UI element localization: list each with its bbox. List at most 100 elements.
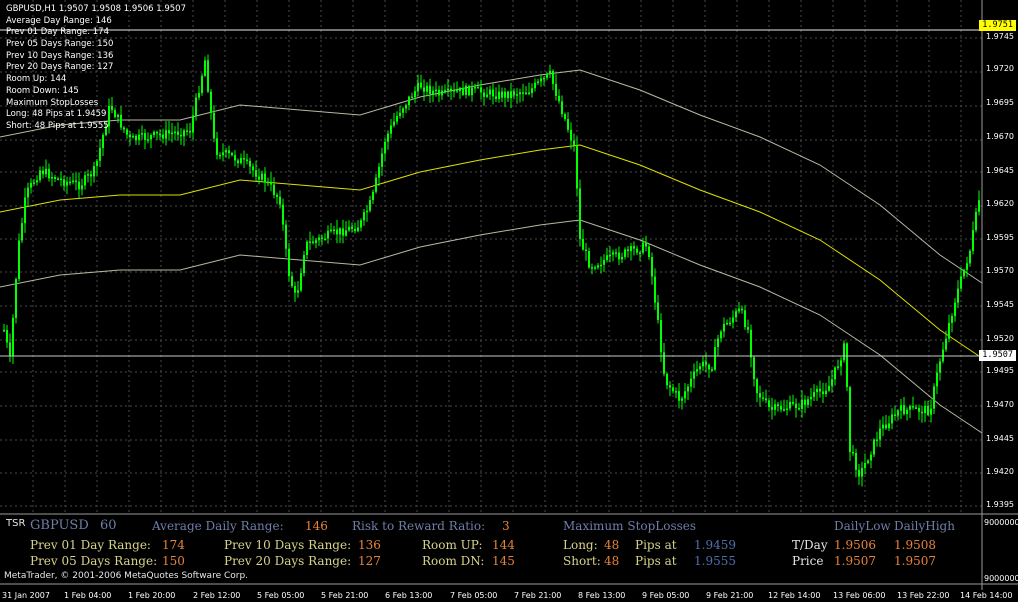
candle-body: [828, 385, 830, 391]
candle-body: [222, 152, 224, 156]
candle-body: [264, 173, 266, 183]
candle-body: [855, 452, 857, 470]
candle-body: [30, 182, 32, 188]
candle-body: [273, 184, 275, 195]
candle-body: [534, 82, 536, 89]
price-tick-label: 1.9545: [986, 300, 1014, 309]
candle-body: [525, 92, 527, 95]
candle-body: [978, 200, 980, 212]
avg-daily-range-value: 146: [305, 519, 328, 533]
candle-body: [825, 390, 827, 395]
tday-high-value: 1.9508: [894, 538, 936, 552]
candle-body: [669, 385, 671, 388]
price-tick-label: 1.9620: [986, 199, 1014, 208]
candle-body: [564, 114, 566, 120]
candle-body: [201, 75, 203, 93]
candle-body: [735, 311, 737, 318]
candle-body: [858, 469, 860, 477]
candle-body: [963, 269, 965, 277]
candle-body: [681, 398, 683, 401]
candle-body: [879, 428, 881, 440]
candle-body: [438, 89, 440, 96]
tsr-indicator-panel[interactable]: TSR GBPUSD 60 Average Daily Range: 146 R…: [0, 516, 982, 584]
candle-body: [333, 229, 335, 232]
copyright-text: MetaTrader, © 2001-2006 MetaQuotes Softw…: [4, 571, 249, 581]
candle-body: [75, 180, 77, 183]
short-pips-at-label: Pips at: [635, 554, 677, 568]
candle-body: [528, 92, 530, 95]
current-price-label: 1.9507: [979, 350, 1016, 361]
candle-body: [216, 138, 218, 155]
candle-body: [132, 135, 134, 138]
candle-body: [807, 399, 809, 405]
price-tick-label: 1.9745: [986, 32, 1014, 41]
room-dn-value: 145: [492, 554, 515, 568]
candle-body: [588, 250, 590, 268]
candle-body: [372, 191, 374, 201]
time-tick-label: 1 Feb 04:00: [64, 591, 112, 600]
candle-body: [552, 70, 554, 84]
price-tick-label: 1.9495: [986, 366, 1014, 375]
candle-body: [207, 60, 209, 92]
candle-body: [765, 398, 767, 401]
candle-body: [909, 406, 911, 410]
candle-body: [897, 410, 899, 416]
candle-body: [603, 260, 605, 265]
candle-body: [600, 264, 602, 267]
candle-body: [27, 187, 29, 198]
prev10-range-value: 136: [358, 538, 381, 552]
tday-low-value: 1.9506: [834, 538, 876, 552]
candle-body: [303, 254, 305, 274]
candle-body: [579, 188, 581, 239]
candle-body: [267, 181, 269, 184]
candle-body: [393, 121, 395, 126]
candle-body: [57, 178, 59, 181]
candle-body: [45, 168, 47, 175]
candle-body: [72, 180, 74, 183]
candle-body: [975, 211, 977, 231]
candle-body: [3, 329, 5, 332]
candle-body: [369, 200, 371, 211]
candle-body: [696, 369, 698, 372]
candle-body: [549, 70, 551, 75]
candle-body: [186, 130, 188, 132]
candle-body: [573, 140, 575, 146]
long-label: Long:: [563, 538, 598, 552]
candle-body: [693, 371, 695, 379]
candle-body: [756, 379, 758, 394]
candle-body: [270, 181, 272, 185]
candle-body: [543, 77, 545, 80]
candle-body: [315, 240, 317, 243]
candle-body: [150, 135, 152, 140]
candle-body: [501, 91, 503, 98]
candle-body: [420, 82, 422, 88]
candle-body: [834, 367, 836, 380]
candle-body: [447, 88, 449, 91]
candle-body: [570, 129, 572, 141]
candle-body: [522, 92, 524, 94]
candle-body: [306, 241, 308, 255]
candle-body: [429, 85, 431, 95]
candle-body: [378, 166, 380, 178]
candle-body: [744, 310, 746, 328]
candle-body: [714, 347, 716, 370]
candle-body: [645, 242, 647, 247]
long-pips-value: 48: [604, 538, 620, 552]
candle-body: [144, 133, 146, 140]
candle-body: [762, 397, 764, 400]
candle-body: [672, 387, 674, 392]
candle-body: [585, 249, 587, 252]
candle-body: [360, 220, 362, 228]
candle-body: [531, 88, 533, 94]
candle-body: [234, 155, 236, 161]
candle-body: [321, 237, 323, 239]
candle-body: [798, 408, 800, 410]
price-tick-label: 1.9570: [986, 266, 1014, 275]
candle-body: [852, 451, 854, 454]
candle-body: [288, 248, 290, 277]
candle-body: [690, 378, 692, 387]
price-tick-label: 1.9720: [986, 64, 1014, 73]
short-label: Short:: [563, 554, 601, 568]
candle-body: [396, 115, 398, 122]
candle-body: [948, 322, 950, 339]
